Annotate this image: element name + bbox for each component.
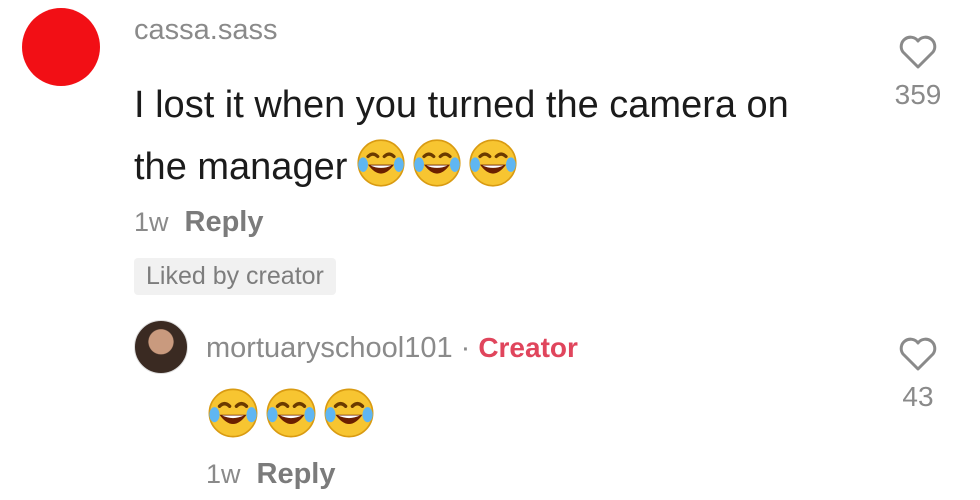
reply-header: mortuaryschool101 · Creator xyxy=(206,332,578,365)
laughing-emoji-icon xyxy=(266,388,316,438)
comment-like[interactable]: 359 xyxy=(878,34,958,111)
laughing-emoji-icon xyxy=(208,388,258,438)
laughing-emoji-icon xyxy=(469,139,517,187)
reply-like[interactable]: 43 xyxy=(878,336,958,413)
creator-label: Creator xyxy=(478,332,578,363)
reply-time: 1w xyxy=(206,459,241,489)
heart-icon[interactable] xyxy=(898,336,938,377)
laughing-emoji-icon xyxy=(357,139,405,187)
laughing-emoji-icon xyxy=(324,388,374,438)
separator-dot: · xyxy=(460,332,471,364)
like-count: 359 xyxy=(894,79,942,110)
reply-button[interactable]: Reply xyxy=(185,206,264,239)
comment-meta: 1w Reply xyxy=(134,206,264,239)
laughing-emoji-icon xyxy=(413,139,461,187)
creator-avatar[interactable] xyxy=(134,320,188,374)
comment-text: I lost it when you turned the camera on … xyxy=(134,74,834,198)
comment-time: 1w xyxy=(134,207,169,237)
heart-icon[interactable] xyxy=(898,34,938,75)
comment-emojis xyxy=(355,137,519,189)
comment-username[interactable]: cassa.sass xyxy=(134,14,277,47)
avatar[interactable] xyxy=(22,8,100,86)
reply-emojis xyxy=(206,386,376,440)
liked-by-creator-badge: Liked by creator xyxy=(134,258,336,295)
like-count: 43 xyxy=(902,381,934,412)
reply-meta: 1w Reply xyxy=(206,458,336,491)
reply-username[interactable]: mortuaryschool101 xyxy=(206,332,453,365)
reply-button[interactable]: Reply xyxy=(257,458,336,491)
